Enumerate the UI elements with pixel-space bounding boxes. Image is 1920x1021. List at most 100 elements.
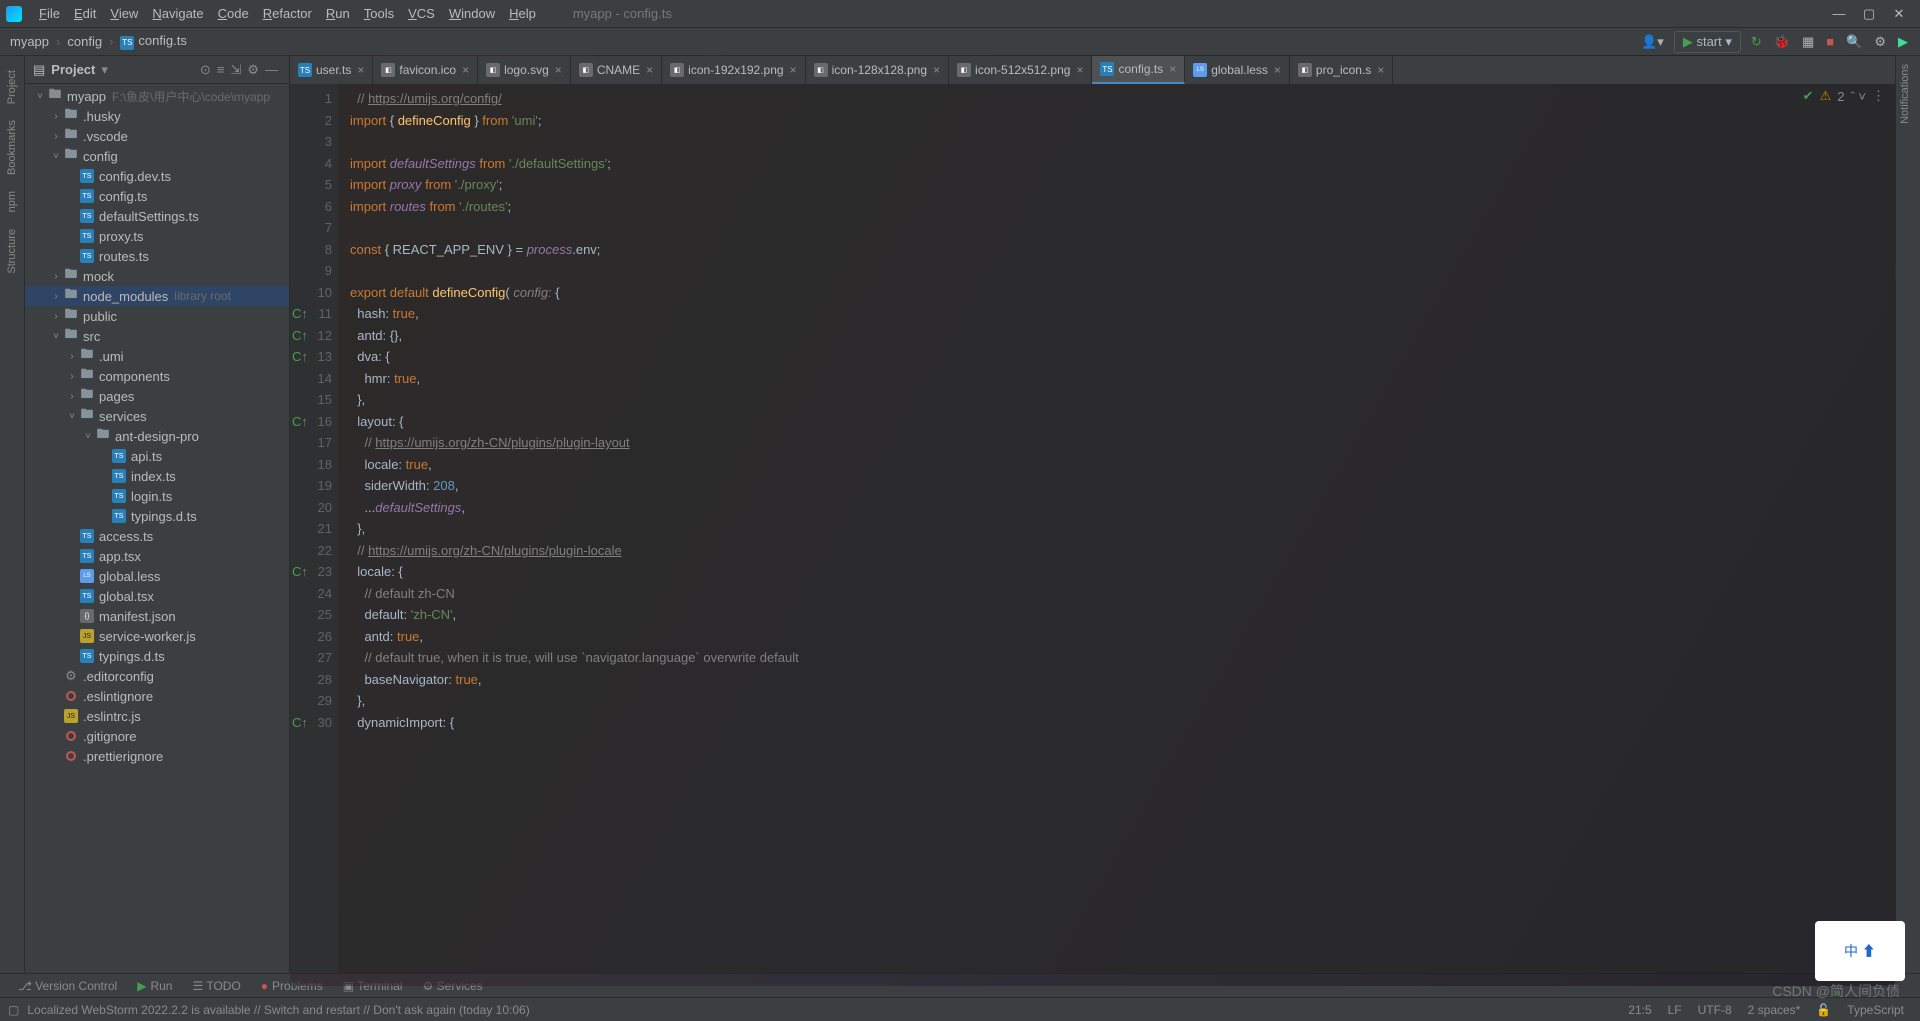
tree-node[interactable]: ›public	[25, 306, 289, 326]
tree-node[interactable]: TStypings.d.ts	[25, 506, 289, 526]
toolwin-version-control[interactable]: ⎇ Version Control	[8, 979, 127, 993]
inspection-warn-icon[interactable]: ⚠	[1820, 88, 1832, 104]
line-gutter[interactable]: 12345678910C↑11C↑12C↑131415C↑16171819202…	[290, 84, 338, 973]
search-icon[interactable]: 🔍	[1840, 31, 1868, 53]
editor-tab[interactable]: ◧pro_icon.s×	[1290, 56, 1393, 84]
tree-node[interactable]: .prettierignore	[25, 746, 289, 766]
editor-tab[interactable]: ◧favicon.ico×	[373, 56, 478, 84]
tree-node[interactable]: TSroutes.ts	[25, 246, 289, 266]
close-icon[interactable]: ×	[1169, 62, 1176, 76]
stop-button[interactable]: ■	[1820, 31, 1840, 52]
menu-vcs[interactable]: VCS	[401, 3, 442, 24]
tree-node[interactable]: ˅ant-design-pro	[25, 426, 289, 446]
close-icon[interactable]: ×	[646, 63, 653, 77]
tree-node[interactable]: LSglobal.less	[25, 566, 289, 586]
tree-node[interactable]: TSapp.tsx	[25, 546, 289, 566]
tool-structure[interactable]: Structure	[6, 221, 18, 282]
indent-setting[interactable]: 2 spaces*	[1740, 1003, 1809, 1017]
settings-icon[interactable]: ⚙	[1868, 31, 1892, 53]
editor-tab[interactable]: ◧icon-192x192.png×	[662, 56, 805, 84]
run-button[interactable]: ↻	[1745, 31, 1768, 53]
project-tree[interactable]: ˅myappF:\鱼皮\用户中心\code\myapp›.husky›.vsco…	[25, 84, 289, 973]
close-icon[interactable]: ×	[1076, 63, 1083, 77]
status-message[interactable]: Localized WebStorm 2022.2.2 is available…	[19, 1003, 537, 1017]
toolwin-run[interactable]: ▶ Run	[127, 979, 182, 993]
editor-tab[interactable]: ◧CNAME×	[571, 56, 662, 84]
settings-icon[interactable]: ⚙	[244, 62, 262, 78]
tool-npm[interactable]: npm	[6, 183, 18, 220]
close-icon[interactable]: ×	[790, 63, 797, 77]
tree-node[interactable]: ›.umi	[25, 346, 289, 366]
tool-project[interactable]: Project	[6, 62, 18, 112]
coverage-button[interactable]: ▦	[1796, 31, 1820, 53]
close-icon[interactable]: ×	[1377, 63, 1384, 77]
tree-node[interactable]: TSglobal.tsx	[25, 586, 289, 606]
tree-node[interactable]: TSconfig.dev.ts	[25, 166, 289, 186]
collapse-icon[interactable]: ⇲	[227, 62, 244, 78]
tree-node[interactable]: JS.eslintrc.js	[25, 706, 289, 726]
tree-node[interactable]: TSdefaultSettings.ts	[25, 206, 289, 226]
toolwin-terminal[interactable]: ▣ Terminal	[333, 979, 413, 993]
close-icon[interactable]: ×	[933, 63, 940, 77]
close-icon[interactable]: ×	[462, 63, 469, 77]
lock-icon[interactable]: 🔓	[1808, 1003, 1839, 1017]
toolwin-todo[interactable]: ☰ TODO	[182, 979, 250, 993]
tree-node[interactable]: TSproxy.ts	[25, 226, 289, 246]
tree-node[interactable]: ›node_moduleslibrary root	[25, 286, 289, 306]
editor-tab[interactable]: ◧icon-512x512.png×	[949, 56, 1092, 84]
menu-window[interactable]: Window	[442, 3, 502, 24]
hide-icon[interactable]: —	[262, 62, 281, 77]
cursor-position[interactable]: 21:5	[1620, 1003, 1659, 1017]
menu-navigate[interactable]: Navigate	[145, 3, 210, 24]
breadcrumb-item[interactable]: config	[63, 32, 106, 51]
menu-run[interactable]: Run	[319, 3, 357, 24]
tree-node[interactable]: TStypings.d.ts	[25, 646, 289, 666]
tool-notifications[interactable]: Notifications	[1896, 56, 1914, 132]
toolwin-services[interactable]: ⚙ Services	[413, 979, 493, 993]
tree-node[interactable]: TSindex.ts	[25, 466, 289, 486]
menu-refactor[interactable]: Refactor	[256, 3, 319, 24]
tree-node[interactable]: ˅src	[25, 326, 289, 346]
tree-node[interactable]: ›mock	[25, 266, 289, 286]
menu-view[interactable]: View	[103, 3, 145, 24]
debug-button[interactable]: 🐞	[1768, 31, 1796, 53]
tree-node[interactable]: ›.vscode	[25, 126, 289, 146]
tree-node[interactable]: ˅myappF:\鱼皮\用户中心\code\myapp	[25, 86, 289, 106]
line-separator[interactable]: LF	[1660, 1003, 1690, 1017]
tree-node[interactable]: JSservice-worker.js	[25, 626, 289, 646]
ime-badge[interactable]: 中 ⬆	[1815, 921, 1905, 981]
close-button[interactable]: ✕	[1884, 4, 1914, 24]
code-with-me-icon[interactable]: ▶	[1892, 31, 1914, 53]
tree-node[interactable]: ˅services	[25, 406, 289, 426]
editor-tab[interactable]: ◧icon-128x128.png×	[806, 56, 949, 84]
editor-tab[interactable]: TSconfig.ts×	[1092, 56, 1185, 84]
minimize-button[interactable]: —	[1824, 4, 1854, 24]
toolwin-problems[interactable]: ● Problems	[251, 979, 333, 993]
expand-icon[interactable]: ≡	[214, 62, 228, 77]
close-icon[interactable]: ×	[555, 63, 562, 77]
menu-file[interactable]: File	[32, 3, 67, 24]
close-icon[interactable]: ×	[1274, 63, 1281, 77]
tree-node[interactable]: TSlogin.ts	[25, 486, 289, 506]
tree-node[interactable]: .gitignore	[25, 726, 289, 746]
user-icon[interactable]: 👤▾	[1635, 31, 1670, 53]
file-encoding[interactable]: UTF-8	[1690, 1003, 1740, 1017]
tree-node[interactable]: ›components	[25, 366, 289, 386]
menu-edit[interactable]: Edit	[67, 3, 103, 24]
tree-node[interactable]: .editorconfig	[25, 666, 289, 686]
tree-node[interactable]: ›.husky	[25, 106, 289, 126]
tree-node[interactable]: TSaccess.ts	[25, 526, 289, 546]
menu-tools[interactable]: Tools	[357, 3, 401, 24]
menu-help[interactable]: Help	[502, 3, 543, 24]
editor-tab[interactable]: LSglobal.less×	[1185, 56, 1290, 84]
locate-icon[interactable]: ⊙	[197, 62, 214, 78]
tree-node[interactable]: {}manifest.json	[25, 606, 289, 626]
close-icon[interactable]: ×	[357, 63, 364, 77]
tree-node[interactable]: ›pages	[25, 386, 289, 406]
breadcrumb-item[interactable]: myapp	[6, 32, 53, 51]
run-config-select[interactable]: ▶ start ▾	[1674, 31, 1741, 53]
code-content[interactable]: // https://umijs.org/config/import { def…	[338, 84, 1895, 973]
inspection-more-icon[interactable]: ⋮	[1872, 88, 1885, 104]
tool-bookmarks[interactable]: Bookmarks	[6, 112, 18, 183]
editor-tab[interactable]: TSuser.ts×	[290, 56, 373, 84]
